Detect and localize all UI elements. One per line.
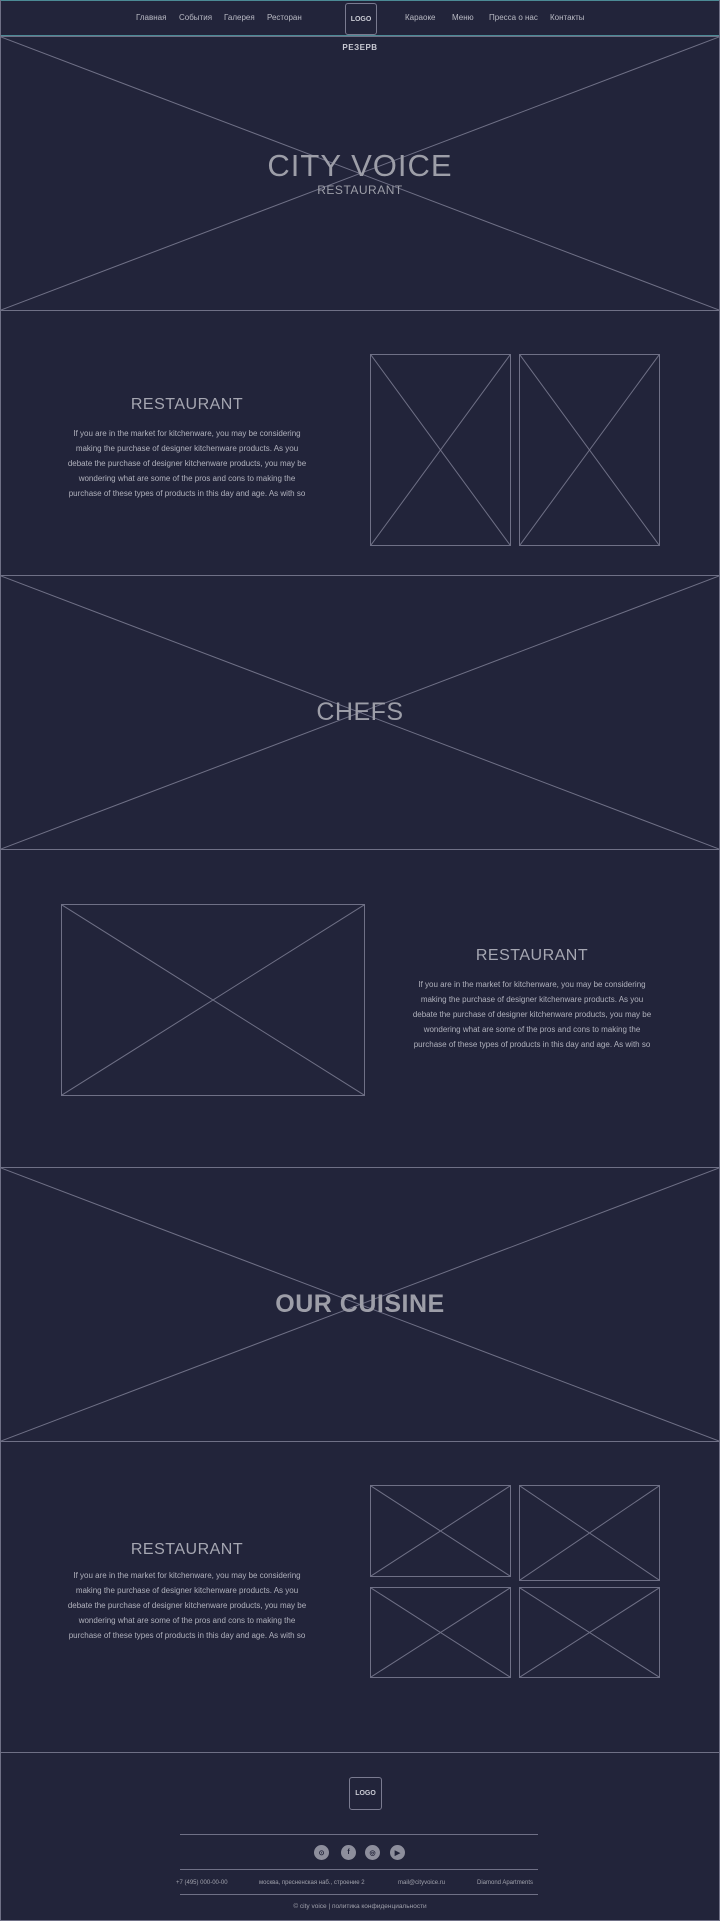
text-line: debate the purchase of designer kitchenw…: [67, 459, 307, 468]
text-line: If you are in the market for kitchenware…: [73, 429, 301, 438]
text-line: making the purchase of designer kitchenw…: [420, 995, 644, 1004]
footer-address: москва, пресненская наб., строение 2: [259, 1880, 365, 1886]
chefs-title: CHEFS: [316, 698, 404, 726]
nav-item-menu[interactable]: Меню: [452, 13, 474, 22]
section-heading: RESTAURANT: [130, 1541, 244, 1558]
footer-phone[interactable]: +7 (495) 000-00-00: [176, 1880, 228, 1886]
image-placeholder: [519, 354, 660, 546]
text-line: purchase of these types of products in t…: [68, 489, 306, 498]
section-heading: RESTAURANT: [130, 396, 244, 413]
text-line: wondering what are some of the pros and …: [423, 1025, 641, 1034]
footer-email[interactable]: mail@cityvoice.ru: [398, 1880, 445, 1886]
nav-item-restaurant[interactable]: Ресторан: [267, 13, 302, 22]
text-line: wondering what are some of the pros and …: [78, 1616, 296, 1625]
text-line: making the purchase of designer kitchenw…: [75, 444, 299, 453]
nav-item-press[interactable]: Пресса о нас: [489, 13, 538, 22]
footer-rule: [180, 1894, 538, 1895]
instagram-icon[interactable]: ◎: [365, 1845, 380, 1860]
nav-item-contacts[interactable]: Контакты: [550, 13, 585, 22]
text-line: debate the purchase of designer kitchenw…: [412, 1010, 652, 1019]
hero-title: CITY VOICE: [267, 148, 453, 183]
facebook-icon[interactable]: f: [341, 1845, 356, 1860]
copyright-text[interactable]: © city voice | политика конфиденциальнос…: [0, 1903, 720, 1910]
text-line: debate the purchase of designer kitchenw…: [67, 1601, 307, 1610]
nav-item-events[interactable]: События: [179, 13, 212, 22]
nav-item-gallery[interactable]: Галерея: [224, 13, 255, 22]
footer-place: Diamond Apartments: [477, 1880, 534, 1886]
text-line: If you are in the market for kitchenware…: [73, 1571, 301, 1580]
image-placeholder: [370, 1587, 511, 1678]
section-heading: RESTAURANT: [475, 947, 589, 964]
section-text: If you are in the market for kitchenware…: [397, 977, 667, 1052]
image-placeholder: [519, 1587, 660, 1678]
cuisine-title: OUR CUISINE: [275, 1290, 445, 1318]
section-text: If you are in the market for kitchenware…: [52, 426, 322, 501]
text-line: purchase of these types of products in t…: [68, 1631, 306, 1640]
youtube-icon[interactable]: ▶: [390, 1845, 405, 1860]
section-text: If you are in the market for kitchenware…: [52, 1568, 322, 1643]
text-line: If you are in the market for kitchenware…: [418, 980, 646, 989]
footer-rule: [180, 1869, 538, 1870]
text-line: purchase of these types of products in t…: [413, 1040, 651, 1049]
image-placeholder: [61, 904, 365, 1096]
footer-rule: [180, 1834, 538, 1835]
image-placeholder: [519, 1485, 660, 1581]
text-line: making the purchase of designer kitchenw…: [75, 1586, 299, 1595]
header-logo[interactable]: LOGO: [345, 3, 377, 35]
tripadvisor-icon[interactable]: ⊙: [314, 1845, 329, 1860]
image-placeholder: [370, 354, 511, 546]
footer-logo[interactable]: LOGO: [349, 1777, 382, 1810]
image-placeholder: [370, 1485, 511, 1577]
nav-item-karaoke[interactable]: Караоке: [405, 13, 436, 22]
text-line: wondering what are some of the pros and …: [78, 474, 296, 483]
hero-subtitle: RESTAURANT: [317, 183, 403, 197]
footer-divider: [0, 1752, 720, 1753]
nav-item-home[interactable]: Главная: [136, 13, 166, 22]
